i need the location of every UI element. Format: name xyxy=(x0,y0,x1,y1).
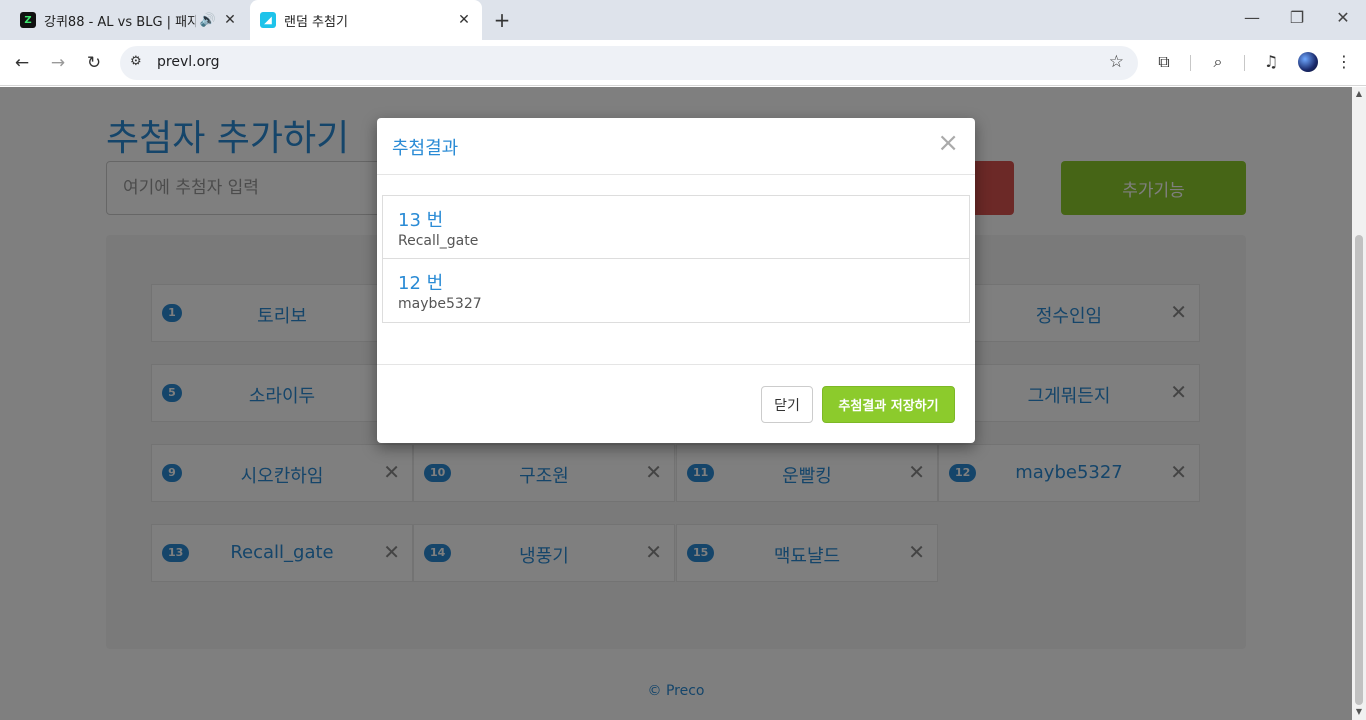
result-item: 12 번 maybe5327 xyxy=(382,259,970,323)
result-list: 13 번 Recall_gate 12 번 maybe5327 xyxy=(382,195,970,323)
scrollbar-thumb[interactable] xyxy=(1355,235,1363,705)
scroll-down-icon[interactable]: ▼ xyxy=(1354,707,1364,716)
restore-icon[interactable]: ❐ xyxy=(1285,8,1309,27)
browser-tab-random-draw[interactable]: ◢ 랜덤 추첨기 ✕ xyxy=(250,0,482,40)
media-control-icon[interactable]: ♫ xyxy=(1260,52,1282,71)
result-name: Recall_gate xyxy=(398,233,479,249)
reload-icon[interactable]: ↻ xyxy=(82,51,106,75)
random-draw-favicon-icon: ◢ xyxy=(260,12,276,28)
save-results-button[interactable]: 추첨결과 저장하기 xyxy=(822,386,955,423)
tab-close-icon[interactable]: ✕ xyxy=(456,12,472,28)
result-number: 12 번 xyxy=(398,273,444,294)
result-item: 13 번 Recall_gate xyxy=(382,195,970,259)
modal-footer: 닫기 추첨결과 저장하기 xyxy=(377,364,975,443)
forward-icon[interactable]: → xyxy=(46,51,70,75)
result-name: maybe5327 xyxy=(398,296,482,312)
modal-header: 추첨결과 × xyxy=(377,118,975,175)
window-close-icon[interactable]: ✕ xyxy=(1331,8,1355,27)
site-info-icon[interactable]: ⚙ xyxy=(130,54,142,69)
toolbar-divider xyxy=(1244,55,1245,71)
tab-title: 강퀴88 - AL vs BLG | 패자조 xyxy=(44,14,196,30)
browser-tab-stream[interactable]: Z 강퀴88 - AL vs BLG | 패자조 🔊 ✕ xyxy=(10,0,248,40)
back-icon[interactable]: ← xyxy=(10,51,34,75)
toolbar-divider xyxy=(1190,55,1191,71)
extensions-icon[interactable]: ⧉ xyxy=(1153,52,1175,72)
draw-result-modal: 추첨결과 × 13 번 Recall_gate 12 번 maybe5327 닫… xyxy=(377,118,975,443)
profile-avatar[interactable] xyxy=(1298,52,1318,72)
browser-toolbar: ← → ↻ ⚙ prevl.org ☆ ⧉ ⌕ ♫ ⋮ xyxy=(0,40,1366,86)
modal-close-icon[interactable]: × xyxy=(937,128,959,158)
tab-title: 랜덤 추첨기 xyxy=(284,14,348,30)
result-number: 13 번 xyxy=(398,210,444,231)
browser-tab-bar: Z 강퀴88 - AL vs BLG | 패자조 🔊 ✕ ◢ 랜덤 추첨기 ✕ … xyxy=(0,0,1366,40)
minimize-icon[interactable]: — xyxy=(1240,8,1264,27)
address-bar[interactable]: ⚙ prevl.org ☆ xyxy=(120,46,1138,80)
browser-menu-icon[interactable]: ⋮ xyxy=(1333,52,1355,71)
modal-title: 추첨결과 xyxy=(392,138,459,159)
close-button[interactable]: 닫기 xyxy=(761,386,813,423)
stream-favicon-icon: Z xyxy=(20,12,36,28)
search-tabs-icon[interactable]: ⌕ xyxy=(1207,52,1229,72)
tab-close-icon[interactable]: ✕ xyxy=(222,12,238,28)
scroll-up-icon[interactable]: ▲ xyxy=(1354,89,1364,98)
url-text[interactable]: prevl.org xyxy=(157,54,220,70)
speaker-icon[interactable]: 🔊 xyxy=(200,13,216,28)
bookmark-star-icon[interactable]: ☆ xyxy=(1109,52,1124,72)
new-tab-button[interactable]: + xyxy=(490,8,514,32)
page-scrollbar[interactable]: ▲ ▼ xyxy=(1352,87,1366,720)
